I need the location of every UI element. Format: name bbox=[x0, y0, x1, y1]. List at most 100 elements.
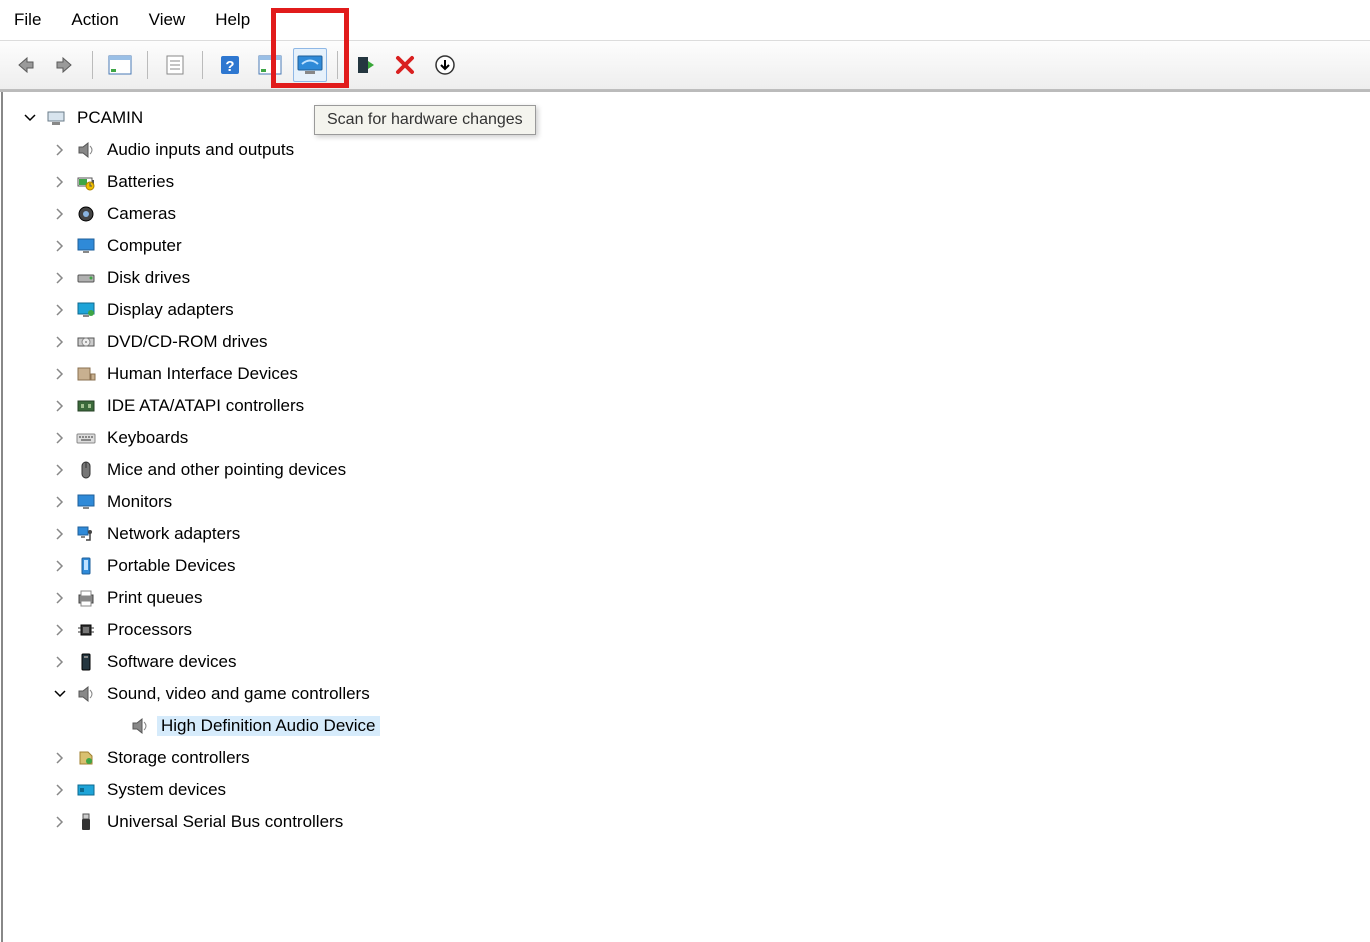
chevron-right-icon[interactable] bbox=[51, 621, 69, 639]
monitor-icon bbox=[75, 491, 97, 513]
tree-item-label[interactable]: Print queues bbox=[103, 588, 206, 608]
window-list-icon bbox=[108, 54, 132, 76]
chevron-right-icon[interactable] bbox=[51, 141, 69, 159]
tree-item[interactable]: Storage controllers bbox=[45, 742, 1366, 774]
properties-button[interactable] bbox=[158, 48, 192, 82]
chevron-right-icon[interactable] bbox=[51, 269, 69, 287]
forward-button[interactable] bbox=[48, 48, 82, 82]
tree-item-label[interactable]: Mice and other pointing devices bbox=[103, 460, 350, 480]
chevron-down-icon[interactable] bbox=[51, 685, 69, 703]
tree-item[interactable]: Human Interface Devices bbox=[45, 358, 1366, 390]
tree-item-label[interactable]: Storage controllers bbox=[103, 748, 254, 768]
tree-root[interactable]: PCAMIN bbox=[15, 102, 1366, 134]
hardware-add-icon bbox=[354, 54, 376, 76]
tree-item[interactable]: Portable Devices bbox=[45, 550, 1366, 582]
tree-item[interactable]: IDE ATA/ATAPI controllers bbox=[45, 390, 1366, 422]
tree-item-label[interactable]: High Definition Audio Device bbox=[157, 716, 380, 736]
chevron-right-icon[interactable] bbox=[51, 653, 69, 671]
tree-item-label[interactable]: Network adapters bbox=[103, 524, 244, 544]
tree-item-label[interactable]: Computer bbox=[103, 236, 186, 256]
hid-icon bbox=[75, 363, 97, 385]
tree-item[interactable]: Software devices bbox=[45, 646, 1366, 678]
device-tree[interactable]: PCAMIN Audio inputs and outputs Batteries… bbox=[1, 92, 1370, 942]
tree-item[interactable]: Print queues bbox=[45, 582, 1366, 614]
menu-view[interactable]: View bbox=[143, 8, 192, 32]
chevron-right-icon[interactable] bbox=[51, 781, 69, 799]
tree-item-label[interactable]: Processors bbox=[103, 620, 196, 640]
tree-item-label[interactable]: IDE ATA/ATAPI controllers bbox=[103, 396, 308, 416]
tree-item-label[interactable]: System devices bbox=[103, 780, 230, 800]
tree-item[interactable]: Universal Serial Bus controllers bbox=[45, 806, 1366, 838]
speaker-icon bbox=[129, 715, 151, 737]
tree-item[interactable]: Cameras bbox=[45, 198, 1366, 230]
tree-root-label[interactable]: PCAMIN bbox=[73, 108, 147, 128]
tree-item-label[interactable]: Human Interface Devices bbox=[103, 364, 302, 384]
chevron-right-icon[interactable] bbox=[51, 173, 69, 191]
tree-item-label[interactable]: Sound, video and game controllers bbox=[103, 684, 374, 704]
help-button[interactable]: ? bbox=[213, 48, 247, 82]
update-driver-button[interactable] bbox=[253, 48, 287, 82]
tree-item[interactable]: Computer bbox=[45, 230, 1366, 262]
chevron-right-icon[interactable] bbox=[51, 301, 69, 319]
tree-item[interactable]: Monitors bbox=[45, 486, 1366, 518]
tree-item[interactable]: Audio inputs and outputs bbox=[45, 134, 1366, 166]
add-legacy-button[interactable] bbox=[348, 48, 382, 82]
chevron-right-icon[interactable] bbox=[51, 749, 69, 767]
tree-item-label[interactable]: Batteries bbox=[103, 172, 178, 192]
menu-action[interactable]: Action bbox=[65, 8, 124, 32]
menu-file[interactable]: File bbox=[8, 8, 47, 32]
tree-item-label[interactable]: Monitors bbox=[103, 492, 176, 512]
ide-icon bbox=[75, 395, 97, 417]
window-play-icon bbox=[258, 54, 282, 76]
tree-item[interactable]: System devices bbox=[45, 774, 1366, 806]
chevron-right-icon[interactable] bbox=[51, 333, 69, 351]
chevron-right-icon[interactable] bbox=[51, 365, 69, 383]
back-button[interactable] bbox=[8, 48, 42, 82]
tree-item-label[interactable]: Software devices bbox=[103, 652, 240, 672]
chevron-down-icon[interactable] bbox=[21, 109, 39, 127]
monitor-icon bbox=[75, 235, 97, 257]
uninstall-button[interactable] bbox=[388, 48, 422, 82]
chevron-right-icon[interactable] bbox=[51, 589, 69, 607]
tree-item-label[interactable]: Disk drives bbox=[103, 268, 194, 288]
chevron-right-icon[interactable] bbox=[51, 525, 69, 543]
tree-item[interactable]: Sound, video and game controllers bbox=[45, 678, 1366, 710]
menu-help[interactable]: Help bbox=[209, 8, 256, 32]
software-icon bbox=[75, 651, 97, 673]
tree-item-label[interactable]: Portable Devices bbox=[103, 556, 240, 576]
disable-button[interactable] bbox=[428, 48, 462, 82]
chevron-right-icon[interactable] bbox=[51, 813, 69, 831]
chevron-right-icon[interactable] bbox=[51, 557, 69, 575]
scan-button[interactable] bbox=[293, 48, 327, 82]
tree-item[interactable]: DVD/CD-ROM drives bbox=[45, 326, 1366, 358]
tree-item[interactable]: Display adapters bbox=[45, 294, 1366, 326]
tree-item-label[interactable]: Universal Serial Bus controllers bbox=[103, 812, 347, 832]
menu-bar: File Action View Help bbox=[0, 0, 1370, 40]
chevron-right-icon[interactable] bbox=[51, 397, 69, 415]
camera-icon bbox=[75, 203, 97, 225]
tree-item-label[interactable]: Audio inputs and outputs bbox=[103, 140, 298, 160]
usb-icon bbox=[75, 811, 97, 833]
tree-item-label[interactable]: DVD/CD-ROM drives bbox=[103, 332, 272, 352]
keyboard-icon bbox=[75, 427, 97, 449]
chevron-right-icon[interactable] bbox=[51, 237, 69, 255]
chevron-right-icon[interactable] bbox=[51, 429, 69, 447]
tree-item[interactable]: Processors bbox=[45, 614, 1366, 646]
tree-item[interactable]: High Definition Audio Device bbox=[99, 710, 1366, 742]
chevron-right-icon[interactable] bbox=[51, 205, 69, 223]
toolbar-separator bbox=[337, 51, 338, 79]
tree-item[interactable]: Disk drives bbox=[45, 262, 1366, 294]
tree-item[interactable]: Network adapters bbox=[45, 518, 1366, 550]
tree-item-label[interactable]: Keyboards bbox=[103, 428, 192, 448]
tree-item[interactable]: Keyboards bbox=[45, 422, 1366, 454]
chevron-right-icon[interactable] bbox=[51, 493, 69, 511]
show-hidden-button[interactable] bbox=[103, 48, 137, 82]
arrow-right-icon bbox=[54, 54, 76, 76]
tree-item[interactable]: Mice and other pointing devices bbox=[45, 454, 1366, 486]
chevron-right-icon[interactable] bbox=[51, 461, 69, 479]
tree-item-label[interactable]: Cameras bbox=[103, 204, 180, 224]
tree-item-label[interactable]: Display adapters bbox=[103, 300, 238, 320]
toolbar-separator bbox=[202, 51, 203, 79]
tree-item[interactable]: Batteries bbox=[45, 166, 1366, 198]
dvd-icon bbox=[75, 331, 97, 353]
